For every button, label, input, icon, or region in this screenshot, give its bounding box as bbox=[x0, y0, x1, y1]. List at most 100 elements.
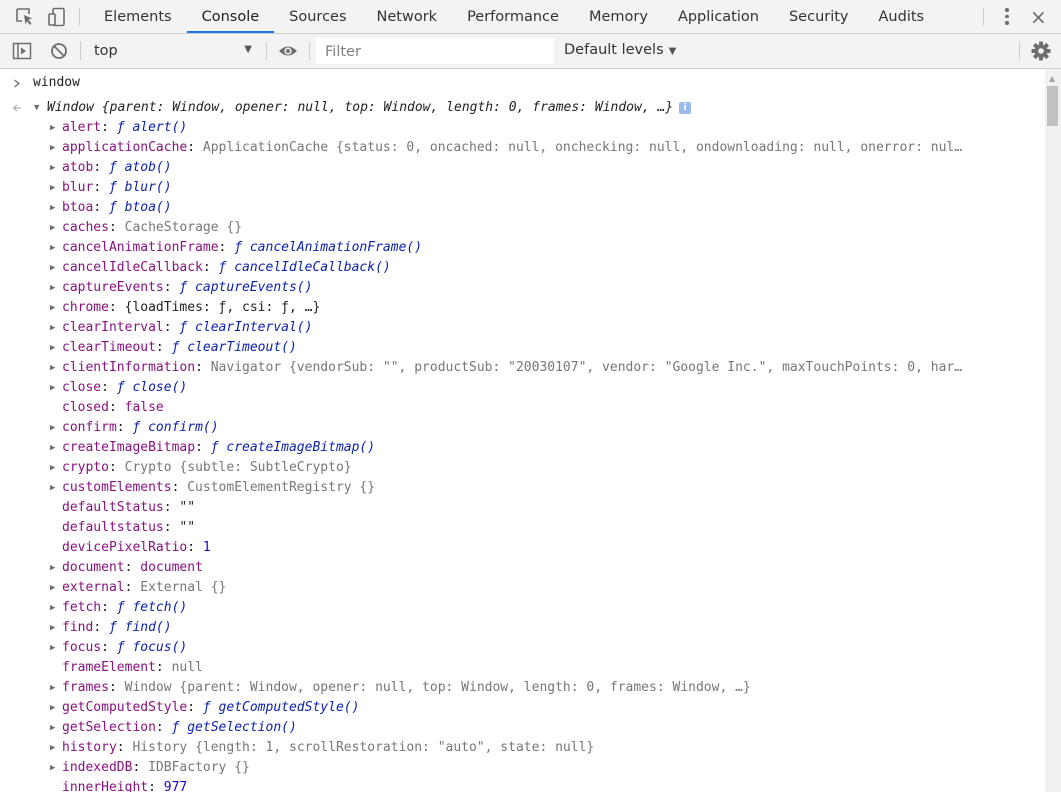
property-row[interactable]: ▶ find: ƒ find() bbox=[0, 618, 1045, 638]
clear-console-icon[interactable] bbox=[49, 41, 69, 61]
expand-triangle-icon[interactable]: ▶ bbox=[50, 318, 55, 338]
scroll-up-arrow-icon[interactable]: ▲ bbox=[1049, 74, 1055, 83]
console-scrollbar[interactable]: ▲ bbox=[1045, 69, 1061, 792]
expand-triangle-icon[interactable]: ▶ bbox=[50, 158, 55, 178]
tab-security[interactable]: Security bbox=[774, 0, 864, 33]
expand-triangle-icon[interactable]: ▶ bbox=[50, 678, 55, 698]
tab-sources[interactable]: Sources bbox=[274, 0, 361, 33]
property-name: fetch bbox=[62, 600, 102, 615]
property-value: CacheStorage {} bbox=[124, 220, 243, 235]
expand-triangle-icon[interactable]: ▶ bbox=[50, 238, 55, 258]
expand-triangle-icon[interactable]: ▶ bbox=[50, 578, 55, 598]
expand-triangle-icon[interactable]: ▶ bbox=[50, 138, 55, 158]
expand-triangle-icon[interactable]: ▶ bbox=[50, 178, 55, 198]
panel-tabs: Elements Console Sources Network Performance… bbox=[89, 0, 939, 34]
result-summary: Window {parent: Window, opener: null, to… bbox=[47, 100, 674, 115]
property-row: devicePixelRatio: 1 bbox=[62, 540, 211, 555]
property-row[interactable]: ▶ confirm: ƒ confirm() bbox=[0, 418, 1045, 438]
expand-triangle-icon[interactable]: ▶ bbox=[50, 558, 55, 578]
expand-triangle-icon[interactable]: ▶ bbox=[50, 758, 55, 778]
property-name: history bbox=[62, 740, 117, 755]
expand-triangle-icon[interactable]: ▶ bbox=[50, 218, 55, 238]
tab-network[interactable]: Network bbox=[362, 0, 453, 33]
expand-triangle-icon[interactable]: ▶ bbox=[50, 698, 55, 718]
expand-triangle-icon[interactable]: ▶ bbox=[50, 638, 55, 658]
property-row[interactable]: ▶ applicationCache: ApplicationCache {sta… bbox=[0, 138, 1045, 158]
cursor-inspect-icon[interactable] bbox=[15, 7, 35, 27]
console-result-header[interactable]: ▼ Window {parent: Window, opener: null, … bbox=[0, 98, 1045, 118]
expand-triangle-icon[interactable]: ▶ bbox=[50, 438, 55, 458]
property-row[interactable]: ▶ clearTimeout: ƒ clearTimeout() bbox=[0, 338, 1045, 358]
property-name: innerHeight bbox=[62, 780, 149, 792]
scrollbar-thumb[interactable] bbox=[1047, 86, 1058, 126]
property-name: frameElement bbox=[62, 660, 156, 675]
property-value: "" bbox=[179, 500, 196, 515]
expand-triangle-icon[interactable]: ▶ bbox=[50, 738, 55, 758]
expand-triangle-icon[interactable]: ▶ bbox=[50, 618, 55, 638]
property-row[interactable]: ▶ frames: Window {parent: Window, opener:… bbox=[0, 678, 1045, 698]
expand-triangle-icon[interactable]: ▶ bbox=[50, 118, 55, 138]
property-row[interactable]: ▶ document: document bbox=[0, 558, 1045, 578]
property-row: frameElement: null bbox=[62, 660, 203, 675]
property-name: defaultStatus bbox=[62, 500, 164, 515]
expand-triangle-icon[interactable]: ▶ bbox=[50, 458, 55, 478]
property-row[interactable]: ▶ createImageBitmap: ƒ createImageBitmap(… bbox=[0, 438, 1045, 458]
property-row[interactable]: ▶ chrome: {loadTimes: ƒ, csi: ƒ, …} bbox=[0, 298, 1045, 318]
expand-triangle-icon[interactable]: ▶ bbox=[50, 718, 55, 738]
expand-triangle-icon[interactable]: ▶ bbox=[50, 198, 55, 218]
property-row[interactable]: ▶ blur: ƒ blur() bbox=[0, 178, 1045, 198]
property-name: atob bbox=[62, 160, 94, 175]
kebab-menu-icon[interactable] bbox=[999, 8, 1015, 26]
log-levels-label: Default levels bbox=[564, 42, 664, 58]
expand-triangle-icon[interactable]: ▼ bbox=[34, 98, 39, 118]
property-row[interactable]: ▶ history: History {length: 1, scrollRest… bbox=[0, 738, 1045, 758]
log-levels-dropdown[interactable]: Default levels ▼ bbox=[564, 42, 676, 58]
property-row[interactable]: ▶ caches: CacheStorage {} bbox=[0, 218, 1045, 238]
gear-icon[interactable] bbox=[1031, 41, 1051, 61]
tab-application[interactable]: Application bbox=[663, 0, 774, 33]
expand-triangle-icon[interactable]: ▶ bbox=[50, 358, 55, 378]
filter-input[interactable] bbox=[316, 38, 554, 64]
device-toggle-icon[interactable] bbox=[47, 7, 67, 27]
expand-triangle-icon[interactable]: ▶ bbox=[50, 278, 55, 298]
property-row[interactable]: ▶ close: ƒ close() bbox=[0, 378, 1045, 398]
property-row[interactable]: ▶ cancelAnimationFrame: ƒ cancelAnimation… bbox=[0, 238, 1045, 258]
tab-audits[interactable]: Audits bbox=[864, 0, 940, 33]
property-row[interactable]: ▶ external: External {} bbox=[0, 578, 1045, 598]
property-name: cancelAnimationFrame bbox=[62, 240, 219, 255]
property-name: createImageBitmap bbox=[62, 440, 196, 455]
expand-triangle-icon[interactable]: ▶ bbox=[50, 478, 55, 498]
tab-memory[interactable]: Memory bbox=[574, 0, 663, 33]
expand-triangle-icon[interactable]: ▶ bbox=[50, 258, 55, 278]
expand-triangle-icon[interactable]: ▶ bbox=[50, 418, 55, 438]
property-row[interactable]: ▶ getComputedStyle: ƒ getComputedStyle() bbox=[0, 698, 1045, 718]
tab-elements[interactable]: Elements bbox=[89, 0, 187, 33]
property-row[interactable]: ▶ captureEvents: ƒ captureEvents() bbox=[0, 278, 1045, 298]
expand-triangle-icon[interactable]: ▶ bbox=[50, 298, 55, 318]
property-row[interactable]: ▶ cancelIdleCallback: ƒ cancelIdleCallbac… bbox=[0, 258, 1045, 278]
property-row: closed: false bbox=[62, 400, 164, 415]
tab-console[interactable]: Console bbox=[186, 0, 275, 33]
sidebar-toggle-icon[interactable] bbox=[12, 41, 32, 61]
property-row[interactable]: ▶ indexedDB: IDBFactory {} bbox=[0, 758, 1045, 778]
context-selector[interactable]: top ▼ bbox=[84, 35, 260, 67]
tab-performance[interactable]: Performance bbox=[452, 0, 574, 33]
expand-triangle-icon[interactable]: ▶ bbox=[50, 378, 55, 398]
property-name: customElements bbox=[62, 480, 172, 495]
property-row[interactable]: ▶ btoa: ƒ btoa() bbox=[0, 198, 1045, 218]
property-name: find bbox=[62, 620, 94, 635]
property-row[interactable]: ▶ focus: ƒ focus() bbox=[0, 638, 1045, 658]
property-row[interactable]: ▶ clientInformation: Navigator {vendorSub… bbox=[0, 358, 1045, 378]
expand-triangle-icon[interactable]: ▶ bbox=[50, 598, 55, 618]
property-row[interactable]: ▶ fetch: ƒ fetch() bbox=[0, 598, 1045, 618]
property-row[interactable]: ▶ getSelection: ƒ getSelection() bbox=[0, 718, 1045, 738]
property-row[interactable]: ▶ crypto: Crypto {subtle: SubtleCrypto} bbox=[0, 458, 1045, 478]
eye-icon[interactable] bbox=[278, 41, 298, 61]
property-row[interactable]: ▶ alert: ƒ alert() bbox=[0, 118, 1045, 138]
property-row[interactable]: ▶ clearInterval: ƒ clearInterval() bbox=[0, 318, 1045, 338]
info-icon[interactable]: i bbox=[679, 101, 692, 114]
property-row[interactable]: ▶ atob: ƒ atob() bbox=[0, 158, 1045, 178]
expand-triangle-icon[interactable]: ▶ bbox=[50, 338, 55, 358]
close-icon[interactable]: × bbox=[1030, 7, 1047, 27]
property-row[interactable]: ▶ customElements: CustomElementRegistry {… bbox=[0, 478, 1045, 498]
